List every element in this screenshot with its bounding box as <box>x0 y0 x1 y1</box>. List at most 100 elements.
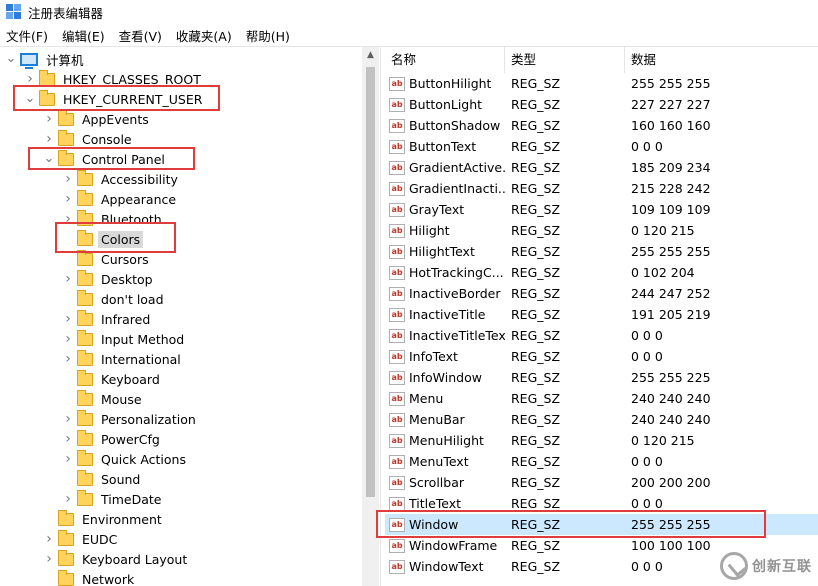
value-row[interactable]: ab ButtonHilight REG_SZ 255 255 255 <box>385 73 818 94</box>
value-row[interactable]: ab ButtonText REG_SZ 0 0 0 <box>385 136 818 157</box>
values-list[interactable]: 名称 类型 数据 ab ButtonHilight REG_SZ 255 255 25… <box>385 47 818 586</box>
menu-favorites[interactable]: 收藏夹(A) <box>170 26 240 45</box>
value-row[interactable]: ab ButtonShadow REG_SZ 160 160 160 <box>385 115 818 136</box>
tree-item-label: HKEY_CLASSES_ROOT <box>63 71 201 87</box>
tree-item[interactable]: › Bluetooth <box>61 209 165 229</box>
chevron-right-icon[interactable]: › <box>61 449 75 469</box>
registry-tree[interactable]: ⌄ 计算机 › HKEY_CLASSES_ROOT ⌄ HKEY_CURRENT_USER… <box>0 47 360 586</box>
value-type: REG_SZ <box>511 349 561 364</box>
menu-edit[interactable]: 编辑(E) <box>56 26 113 45</box>
tree-item[interactable]: › EUDC <box>42 529 120 549</box>
value-row[interactable]: ab HilightText REG_SZ 255 255 255 <box>385 241 818 262</box>
tree-item[interactable]: › Console <box>42 129 135 149</box>
tree-item[interactable]: Colors <box>61 229 144 249</box>
menu-view[interactable]: 查看(V) <box>113 26 170 45</box>
value-data: 255 255 255 <box>631 244 711 259</box>
tree-item[interactable]: › Infrared <box>61 309 153 329</box>
value-row[interactable]: ab Scrollbar REG_SZ 200 200 200 <box>385 472 818 493</box>
ab-string-icon: ab <box>389 139 405 154</box>
value-name-cell: ab GradientInacti... <box>385 178 505 199</box>
tree-item[interactable]: Sound <box>61 469 143 489</box>
menu-help[interactable]: 帮助(H) <box>240 26 298 45</box>
value-row[interactable]: ab MenuHilight REG_SZ 0 120 215 <box>385 430 818 451</box>
value-row[interactable]: ab InfoWindow REG_SZ 255 255 225 <box>385 367 818 388</box>
tree-item[interactable]: › Personalization <box>61 409 199 429</box>
chevron-right-icon[interactable]: › <box>61 169 75 189</box>
chevron-right-icon[interactable]: › <box>42 549 56 569</box>
value-row[interactable]: ab InactiveBorder REG_SZ 244 247 252 <box>385 283 818 304</box>
tree-item[interactable]: › Accessibility <box>61 169 181 189</box>
pane-splitter[interactable] <box>380 47 384 586</box>
tree-item[interactable]: Cursors <box>61 249 152 269</box>
chevron-down-icon[interactable]: ⌄ <box>42 149 56 169</box>
value-row[interactable]: ab GradientActive... REG_SZ 185 209 234 <box>385 157 818 178</box>
value-row[interactable]: ab MenuText REG_SZ 0 0 0 <box>385 451 818 472</box>
folder-icon <box>77 449 93 466</box>
tree-item[interactable]: › Input Method <box>61 329 187 349</box>
tree-item[interactable]: › PowerCfg <box>61 429 163 449</box>
value-type: REG_SZ <box>511 433 561 448</box>
chevron-right-icon[interactable]: › <box>61 189 75 209</box>
value-name: TitleText <box>409 496 462 511</box>
chevron-right-icon[interactable]: › <box>61 209 75 229</box>
value-row[interactable]: ab MenuBar REG_SZ 240 240 240 <box>385 409 818 430</box>
ab-string-icon: ab <box>389 370 405 385</box>
tree-item[interactable]: › AppEvents <box>42 109 152 129</box>
tree-item-label: Infrared <box>101 311 151 327</box>
tree-item[interactable]: › TimeDate <box>61 489 164 509</box>
value-row[interactable]: ab Window REG_SZ 255 255 255 <box>385 514 818 535</box>
value-row[interactable]: ab GradientInacti... REG_SZ 215 228 242 <box>385 178 818 199</box>
chevron-right-icon[interactable]: › <box>42 129 56 149</box>
chevron-right-icon[interactable]: › <box>42 529 56 549</box>
menu-file[interactable]: 文件(F) <box>0 26 56 45</box>
value-type: REG_SZ <box>511 244 561 259</box>
tree-scrollbar[interactable]: ▲ <box>362 47 379 586</box>
tree-item[interactable]: don't load <box>61 289 167 309</box>
value-row[interactable]: ab Hilight REG_SZ 0 120 215 <box>385 220 818 241</box>
tree-item[interactable]: › Quick Actions <box>61 449 189 469</box>
tree-scroll-thumb[interactable] <box>366 67 375 497</box>
chevron-right-icon[interactable]: › <box>42 109 56 129</box>
value-row[interactable]: ab Menu REG_SZ 240 240 240 <box>385 388 818 409</box>
tree-item[interactable]: Mouse <box>61 389 145 409</box>
tree-item[interactable]: › International <box>61 349 184 369</box>
tree-item[interactable]: › Appearance <box>61 189 179 209</box>
value-name-cell: ab MenuHilight <box>385 430 505 451</box>
scroll-up-arrow-icon[interactable]: ▲ <box>362 47 379 64</box>
chevron-right-icon[interactable]: › <box>61 409 75 429</box>
value-row[interactable]: ab GrayText REG_SZ 109 109 109 <box>385 199 818 220</box>
tree-item[interactable]: › HKEY_CLASSES_ROOT <box>23 69 204 89</box>
column-header-data[interactable]: 数据 <box>625 47 818 73</box>
chevron-right-icon[interactable]: › <box>61 349 75 369</box>
chevron-right-icon[interactable]: › <box>61 489 75 509</box>
ab-string-icon: ab <box>389 97 405 112</box>
chevron-right-icon[interactable]: › <box>61 269 75 289</box>
tree-item[interactable]: Network <box>42 569 137 586</box>
tree-item[interactable]: Keyboard <box>61 369 163 389</box>
value-type: REG_SZ <box>511 97 561 112</box>
value-row[interactable]: ab InactiveTitleText REG_SZ 0 0 0 <box>385 325 818 346</box>
chevron-down-icon[interactable]: ⌄ <box>4 49 18 69</box>
value-row[interactable]: ab InfoText REG_SZ 0 0 0 <box>385 346 818 367</box>
tree-item-label: Colors <box>98 230 144 248</box>
chevron-right-icon[interactable]: › <box>61 429 75 449</box>
tree-item[interactable]: ⌄ HKEY_CURRENT_USER <box>23 89 205 109</box>
tree-item[interactable]: › Keyboard Layout <box>42 549 190 569</box>
tree-item[interactable]: ⌄ Control Panel <box>42 149 168 169</box>
tree-item[interactable]: › Desktop <box>61 269 156 289</box>
chevron-right-icon[interactable]: › <box>61 329 75 349</box>
value-row[interactable]: ab HotTrackingC... REG_SZ 0 102 204 <box>385 262 818 283</box>
tree-item[interactable]: ⌄ 计算机 <box>4 49 87 69</box>
value-row[interactable]: ab TitleText REG_SZ 0 0 0 <box>385 493 818 514</box>
chevron-right-icon[interactable]: › <box>61 309 75 329</box>
folder-icon <box>77 249 93 266</box>
value-row[interactable]: ab InactiveTitle REG_SZ 191 205 219 <box>385 304 818 325</box>
chevron-down-icon[interactable]: ⌄ <box>23 89 37 109</box>
value-data: 255 255 255 <box>631 517 711 532</box>
chevron-right-icon[interactable]: › <box>23 69 37 89</box>
column-header-name[interactable]: 名称 <box>385 47 505 73</box>
column-header-type[interactable]: 类型 <box>505 47 625 73</box>
value-row[interactable]: ab ButtonLight REG_SZ 227 227 227 <box>385 94 818 115</box>
tree-item[interactable]: Environment <box>42 509 165 529</box>
